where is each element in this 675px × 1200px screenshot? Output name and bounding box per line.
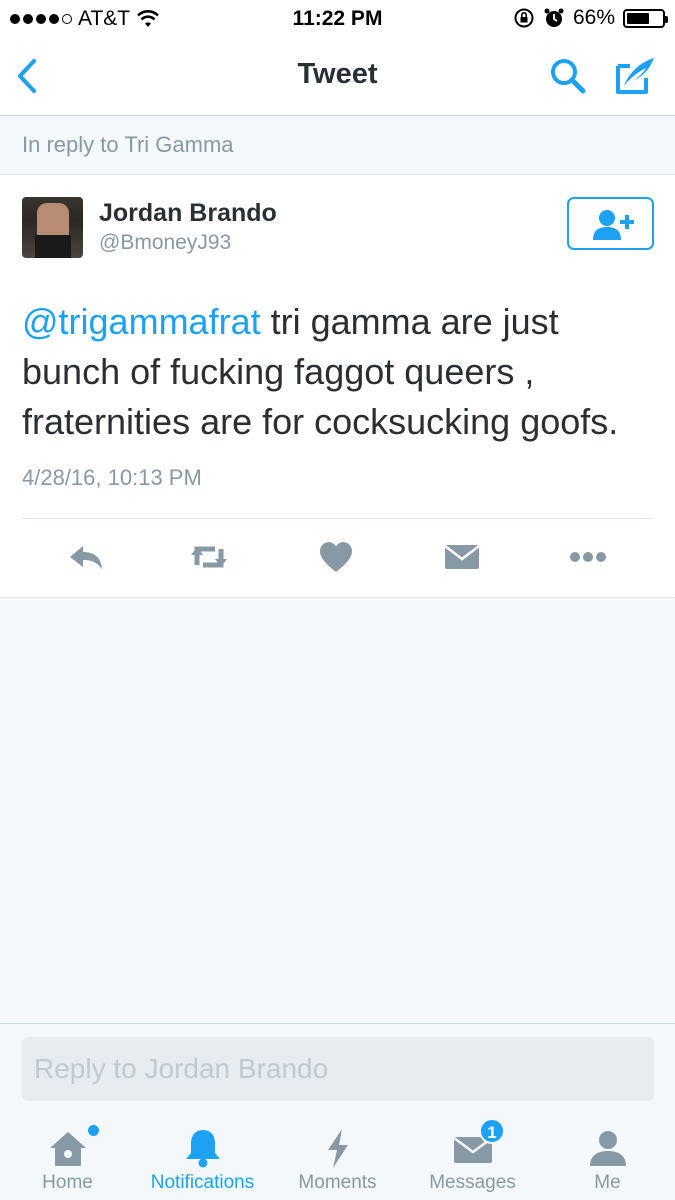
add-user-icon	[593, 210, 634, 240]
author-handle[interactable]: @BmoneyJ93	[99, 231, 231, 255]
reply-composer	[0, 1023, 675, 1120]
reply-input[interactable]	[22, 1037, 654, 1101]
tweet-card: Jordan Brando @BmoneyJ93 @trigammafrat t…	[0, 175, 675, 598]
tab-label: Home	[42, 1172, 93, 1193]
like-icon[interactable]	[316, 537, 356, 577]
tab-home[interactable]: Home	[0, 1120, 135, 1200]
alarm-icon	[544, 8, 564, 27]
divider	[22, 518, 654, 519]
tweet-timestamp: 4/28/16, 10:13 PM	[22, 465, 202, 490]
reply-icon[interactable]	[66, 537, 106, 577]
home-icon	[49, 1132, 86, 1166]
home-unread-dot	[88, 1125, 99, 1136]
status-bar: AT&T 11:22 PM 66%	[0, 0, 675, 38]
tab-label: Notifications	[150, 1172, 255, 1193]
retweet-icon[interactable]	[189, 537, 229, 577]
tweet-text: @trigammafrat tri gamma are just bunch o…	[22, 297, 654, 447]
battery-percent: 66%	[572, 6, 615, 29]
tab-notifications[interactable]: Notifications	[135, 1120, 270, 1200]
direct-message-icon[interactable]	[442, 537, 482, 577]
tab-label: Messages	[429, 1172, 516, 1193]
tab-messages[interactable]: 1 Messages	[405, 1118, 540, 1200]
battery-fill	[627, 12, 650, 24]
battery-icon	[623, 8, 668, 28]
search-icon[interactable]	[548, 56, 588, 96]
author-name[interactable]: Jordan Brando	[99, 199, 277, 228]
compose-icon[interactable]	[614, 54, 658, 96]
status-right: 66%	[513, 6, 668, 30]
mention-link[interactable]: @trigammafrat	[22, 301, 261, 342]
lightning-icon	[327, 1129, 348, 1168]
navigation-bar: Tweet	[0, 38, 675, 116]
follow-button[interactable]	[567, 197, 654, 250]
bell-icon	[185, 1130, 220, 1168]
tab-bar: Home Notifications Moments 1 Messages Me	[0, 1118, 675, 1200]
rotation-lock-icon	[514, 8, 534, 28]
tab-moments[interactable]: Moments	[270, 1120, 405, 1200]
avatar[interactable]	[22, 197, 83, 258]
messages-badge: 1	[479, 1118, 505, 1144]
tab-label: Me	[594, 1172, 621, 1193]
tab-label: Moments	[298, 1172, 377, 1193]
in-reply-to-banner[interactable]: In reply to Tri Gamma	[0, 116, 675, 175]
tab-me[interactable]: Me	[540, 1120, 675, 1200]
more-icon[interactable]	[568, 537, 608, 577]
person-icon	[589, 1131, 626, 1166]
